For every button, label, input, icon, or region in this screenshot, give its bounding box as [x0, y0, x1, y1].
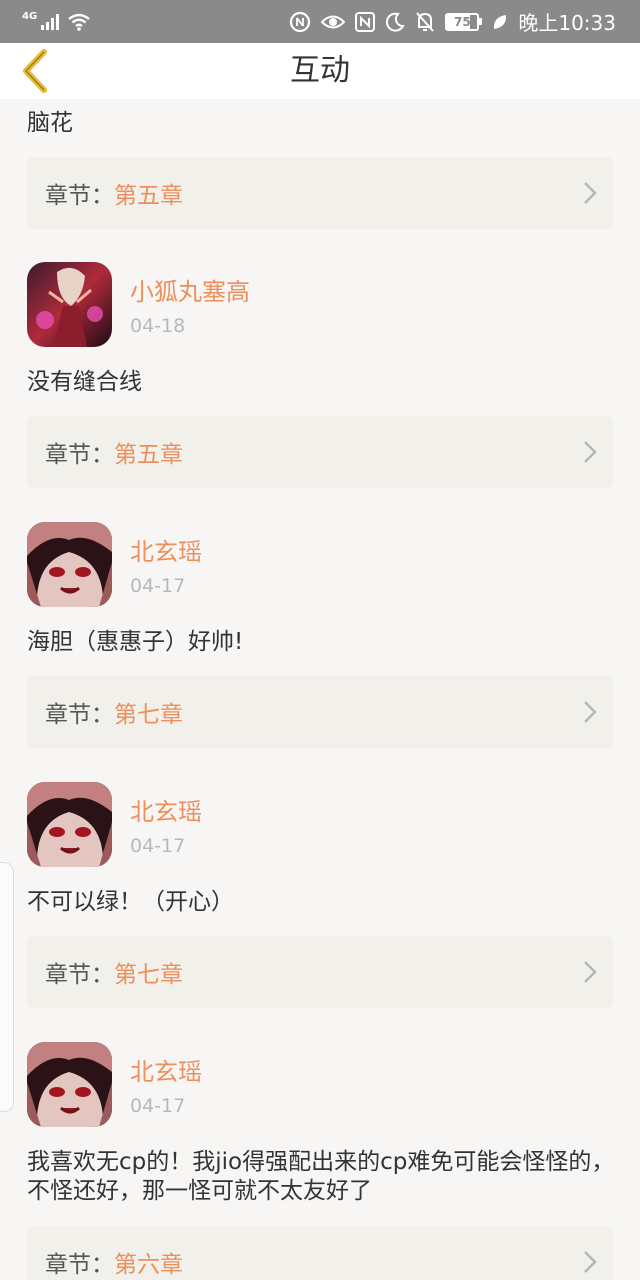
chevron-right-icon: [584, 1251, 597, 1273]
comment-text: 海胆（惠惠子）好帅!: [27, 629, 244, 655]
chevron-right-icon: [584, 701, 597, 723]
chapter-name: 第五章: [114, 442, 183, 468]
battery-level: 75: [454, 14, 471, 29]
comment-date: 04-17: [130, 1095, 186, 1117]
battery-body: 75: [445, 12, 480, 31]
chapter-name: 第六章: [114, 1252, 183, 1278]
signal-icon: [41, 13, 61, 30]
chapter-name: 第七章: [114, 702, 183, 728]
battery-icon: 75: [445, 12, 483, 31]
chapter-label: 章节：: [45, 183, 114, 209]
comment-text: 不可以绿！（开心）: [27, 889, 234, 915]
nav-bar: 互动: [0, 43, 640, 99]
clock: 晚上10:33: [518, 11, 616, 35]
chevron-right-icon: [584, 182, 597, 204]
chapter-link[interactable]: 章节： 第七章: [27, 936, 613, 1008]
leaf-icon: [492, 13, 508, 31]
username[interactable]: 北玄瑶: [130, 1052, 202, 1087]
comment-date: 04-17: [130, 835, 186, 857]
comment-date: 04-17: [130, 575, 186, 597]
moon-icon: [385, 12, 406, 32]
side-drawer-handle[interactable]: [0, 862, 14, 1112]
chapter-label: 章节：: [45, 962, 114, 988]
username[interactable]: 北玄瑶: [130, 792, 202, 827]
chapter-label: 章节：: [45, 702, 114, 728]
network-type: 4G: [22, 11, 38, 22]
data-saver-icon: [289, 11, 311, 33]
eye-comfort-icon: [321, 13, 346, 31]
avatar[interactable]: [27, 782, 112, 867]
comment-text: 脑花: [27, 110, 73, 136]
status-left: 4G: [22, 11, 91, 31]
page-title: 互动: [290, 53, 350, 88]
comment-text: 没有缝合线: [27, 369, 142, 395]
chapter-name: 第五章: [114, 183, 183, 209]
chapter-name: 第七章: [114, 962, 183, 988]
chapter-link[interactable]: 章节： 第六章: [27, 1226, 613, 1280]
status-right: 75 晚上10:33: [289, 7, 616, 36]
chapter-link[interactable]: 章节： 第五章: [27, 416, 613, 488]
chapter-label: 章节：: [45, 1252, 114, 1278]
mute-bell-icon: [415, 11, 435, 33]
comment-list[interactable]: 脑花 章节： 第五章 小狐丸塞高 04-18 没有缝合线 章节： 第五章 北玄瑶…: [0, 99, 640, 1280]
avatar[interactable]: [27, 262, 112, 347]
chapter-link[interactable]: 章节： 第五章: [27, 157, 613, 229]
username[interactable]: 小狐丸塞高: [130, 272, 250, 307]
nfc-icon: [355, 11, 376, 32]
comment-text: 我喜欢无cp的！我jio得强配出来的cp难免可能会怪怪的，不怪还好，那一怪可就不…: [27, 1149, 615, 1204]
avatar[interactable]: [27, 1042, 112, 1127]
avatar[interactable]: [27, 522, 112, 607]
chevron-right-icon: [584, 961, 597, 983]
chapter-label: 章节：: [45, 442, 114, 468]
wifi-icon: [67, 13, 91, 31]
comment-date: 04-18: [130, 315, 186, 337]
chevron-right-icon: [584, 441, 597, 463]
chapter-link[interactable]: 章节： 第七章: [27, 676, 613, 748]
username[interactable]: 北玄瑶: [130, 532, 202, 567]
